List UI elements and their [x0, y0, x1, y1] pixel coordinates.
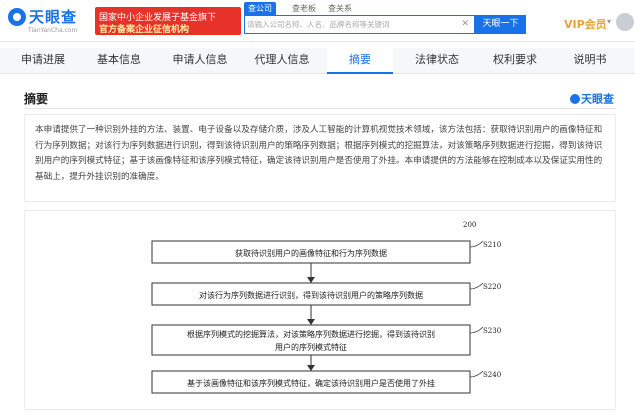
abstract-text: 本申请提供了一种识别外挂的方法、装置、电子设备以及存储介质，涉及人工智能的计算机…: [35, 125, 603, 182]
step-label: S230: [483, 327, 501, 335]
leader-line: [469, 240, 484, 248]
arrow-head: [307, 277, 315, 283]
section-watermark-logo: 天眼查: [570, 88, 614, 107]
leader-line: [469, 370, 484, 378]
arrow-head: [307, 365, 315, 371]
avatar[interactable]: [616, 13, 634, 31]
arrow-head: [307, 319, 315, 325]
clear-icon[interactable]: ✕: [461, 19, 469, 29]
tab-legal-status[interactable]: 法律状态: [406, 48, 468, 74]
search-tab-boss[interactable]: 查老板: [288, 2, 320, 15]
flowchart: 200 获取待识别用户的画像特征和行为序列数据 S210 对该行为序列数据进行识…: [151, 221, 501, 394]
tab-basic-info[interactable]: 基本信息: [88, 48, 150, 74]
flow-step-text: 根据序列模式的挖掘算法，对该策略序列数据进行挖掘，得到该待识别: [187, 329, 435, 339]
step-label: S220: [483, 283, 501, 291]
tab-applicant-info[interactable]: 申请人信息: [164, 48, 236, 74]
leader-line: [469, 326, 484, 334]
tab-agent-info[interactable]: 代理人信息: [246, 48, 318, 74]
search-tab-relation[interactable]: 查关系: [324, 2, 356, 15]
abstract-box: 本申请提供了一种识别外挂的方法、装置、电子设备以及存储介质，涉及人工智能的计算机…: [24, 114, 616, 202]
figure-number: 200: [463, 221, 476, 229]
banner-line-2: 官方备案企业征信机构: [99, 25, 190, 35]
search-tab-company[interactable]: 查公司: [244, 2, 276, 15]
search-input[interactable]: [247, 17, 457, 32]
tab-abstract[interactable]: 摘要: [327, 48, 393, 74]
section-logo-text: 天眼查: [581, 92, 614, 106]
top-header: 天眼查 TianYanCha.com 国家中小企业发展子基金旗下 官方备案企业征…: [0, 0, 635, 42]
leader-line: [469, 282, 484, 290]
search-button[interactable]: 天眼一下: [475, 15, 526, 34]
vip-membership-link[interactable]: VIP会员: [564, 16, 607, 32]
tab-claims[interactable]: 权利要求: [484, 48, 546, 74]
step-label: S210: [483, 241, 501, 249]
flow-step-text: 获取待识别用户的画像特征和行为序列数据: [235, 248, 387, 258]
chevron-down-icon[interactable]: ▾: [607, 17, 611, 26]
logo-eye-icon: [8, 8, 26, 26]
tianyancha-logo[interactable]: 天眼查 TianYanCha.com: [8, 6, 92, 36]
abstract-figure: 200 获取待识别用户的画像特征和行为序列数据 S210 对该行为序列数据进行识…: [24, 210, 616, 410]
divider: [24, 108, 616, 109]
section-title: 摘要: [24, 92, 49, 106]
credential-banner: 国家中小企业发展子基金旗下 官方备案企业征信机构: [95, 7, 241, 35]
patent-tabs: 申请进展 基本信息 申请人信息 代理人信息 摘要 法律状态 权利要求 说明书: [0, 48, 635, 74]
logo-eye-icon: [570, 93, 580, 104]
logo-text: 天眼查: [29, 8, 78, 26]
flow-step-text: 对该行为序列数据进行识别，得到该待识别用户的策略序列数据: [199, 290, 423, 300]
tab-specification[interactable]: 说明书: [562, 48, 618, 74]
logo-url: TianYanCha.com: [28, 27, 78, 34]
search-box: ✕: [244, 15, 475, 34]
tab-application-progress[interactable]: 申请进展: [12, 48, 74, 74]
step-label: S240: [483, 371, 501, 379]
flow-step-text: 用户的序列模式特征: [275, 342, 347, 352]
flow-step-text: 基于该画像特征和该序列模式特征，确定该待识别用户是否使用了外挂: [187, 378, 435, 388]
